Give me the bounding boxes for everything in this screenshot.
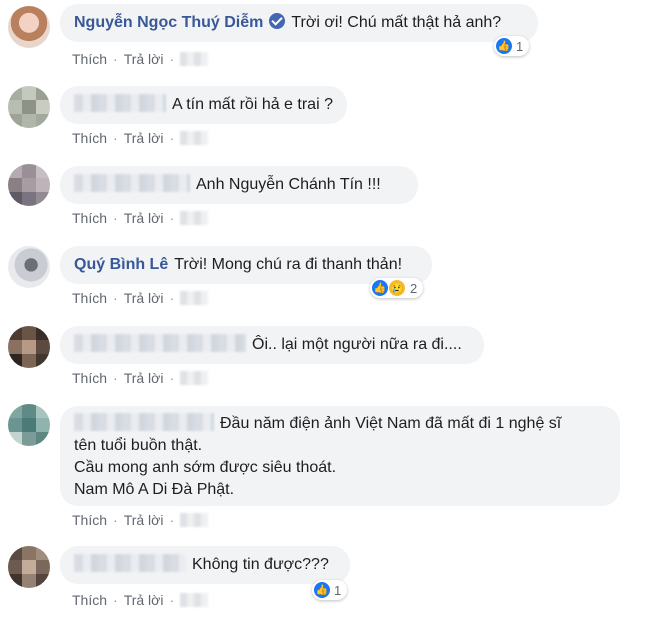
comment-bubble: Không tin được??? <box>60 546 350 584</box>
comment-line: Đầu năm điện ảnh Việt Nam đã mất đi 1 ng… <box>74 413 606 435</box>
comment-bubble: Ôi.. lại một người nữa ra đi.... <box>60 326 484 364</box>
separator: · <box>169 290 175 306</box>
comment-actions: Thích · Trả lời · <box>72 210 209 226</box>
separator: · <box>169 370 175 386</box>
timestamp-blurred[interactable] <box>180 593 209 607</box>
separator: · <box>113 210 118 226</box>
comment-text: Đầu năm điện ảnh Việt Nam đã mất đi 1 ng… <box>220 415 562 432</box>
comment-text: Trời! Mong chú ra đi thanh thản! <box>174 256 403 273</box>
like-button[interactable]: Thích <box>72 210 107 226</box>
comment-line: tên tuổi buồn thật. <box>74 437 203 454</box>
separator: · <box>169 592 175 608</box>
separator: · <box>169 130 175 146</box>
comment-text: Không tin được??? <box>192 556 329 573</box>
like-button[interactable]: Thích <box>72 592 107 608</box>
commenter-name[interactable]: Quý Bình Lê <box>74 256 168 273</box>
like-icon: 👍 <box>314 582 330 598</box>
comment-actions: Thích · Trả lời · <box>72 290 209 306</box>
separator: · <box>113 290 118 306</box>
avatar[interactable] <box>8 86 50 128</box>
separator: · <box>113 592 118 608</box>
comment-bubble: Đầu năm điện ảnh Việt Nam đã mất đi 1 ng… <box>60 406 620 506</box>
comment-bubble: A tín mất rồi hả e trai ? <box>60 86 347 124</box>
comment-actions: Thích · Trả lời · <box>72 370 209 386</box>
comment-text: Ôi.. lại một người nữa ra đi.... <box>252 336 462 353</box>
verified-badge-icon <box>269 13 286 29</box>
comment-actions: Thích · Trả lời · <box>72 512 209 528</box>
commenter-name-blurred[interactable] <box>74 334 246 352</box>
separator: · <box>113 51 118 67</box>
avatar[interactable] <box>8 6 50 48</box>
comment-line: Cầu mong anh sớm được siêu thoát. <box>74 459 337 476</box>
avatar[interactable] <box>8 326 50 368</box>
avatar[interactable] <box>8 404 50 446</box>
avatar[interactable] <box>8 164 50 206</box>
separator: · <box>113 512 118 528</box>
timestamp-blurred[interactable] <box>180 371 209 385</box>
comment-text: Trời ơi! Chú mất thật hả anh? <box>291 14 502 31</box>
reply-button[interactable]: Trả lời <box>124 210 164 226</box>
comment-text: Anh Nguyễn Chánh Tín !!! <box>196 176 381 193</box>
commenter-name-blurred[interactable] <box>74 413 214 431</box>
separator: · <box>113 370 118 386</box>
separator: · <box>169 210 175 226</box>
reaction-count: 1 <box>334 582 342 598</box>
reply-button[interactable]: Trả lời <box>124 512 164 528</box>
reply-button[interactable]: Trả lời <box>124 51 164 67</box>
reaction-count: 1 <box>516 38 524 54</box>
reply-button[interactable]: Trả lời <box>124 290 164 306</box>
reaction-count: 2 <box>410 280 418 296</box>
comment-bubble: Nguyễn Ngọc Thuý Diễm Trời ơi! Chú mất th… <box>60 4 538 42</box>
separator: · <box>113 130 118 146</box>
reply-button[interactable]: Trả lời <box>124 592 164 608</box>
like-button[interactable]: Thích <box>72 51 107 67</box>
commenter-name[interactable]: Nguyễn Ngọc Thuý Diễm <box>74 14 263 31</box>
timestamp-blurred[interactable] <box>180 211 209 225</box>
commenter-name-blurred[interactable] <box>74 174 190 192</box>
timestamp-blurred[interactable] <box>180 131 209 145</box>
like-icon: 👍 <box>372 280 388 296</box>
comment-actions: Thích · Trả lời · <box>72 130 209 146</box>
separator: · <box>169 51 175 67</box>
reply-button[interactable]: Trả lời <box>124 130 164 146</box>
like-icon: 👍 <box>496 38 512 54</box>
like-button[interactable]: Thích <box>72 130 107 146</box>
comment-line: Nam Mô A Di Đà Phật. <box>74 481 235 498</box>
comment-bubble: Anh Nguyễn Chánh Tín !!! <box>60 166 418 204</box>
sad-icon: 😢 <box>388 279 406 297</box>
reaction-summary[interactable]: 👍 1 <box>494 36 530 56</box>
timestamp-blurred[interactable] <box>180 513 209 527</box>
like-button[interactable]: Thích <box>72 290 107 306</box>
comment-actions: Thích · Trả lời · <box>72 51 209 67</box>
like-button[interactable]: Thích <box>72 512 107 528</box>
commenter-name-blurred[interactable] <box>74 94 166 112</box>
avatar[interactable] <box>8 246 50 288</box>
avatar[interactable] <box>8 546 50 588</box>
timestamp-blurred[interactable] <box>180 291 209 305</box>
reaction-summary[interactable]: 👍 1 <box>312 580 348 600</box>
commenter-name-blurred[interactable] <box>74 554 186 572</box>
reaction-summary[interactable]: 👍 😢 2 <box>370 278 424 298</box>
timestamp-blurred[interactable] <box>180 52 209 66</box>
like-button[interactable]: Thích <box>72 370 107 386</box>
separator: · <box>169 512 175 528</box>
comment-actions: Thích · Trả lời · <box>72 592 209 608</box>
reply-button[interactable]: Trả lời <box>124 370 164 386</box>
comment-text: A tín mất rồi hả e trai ? <box>172 96 333 113</box>
